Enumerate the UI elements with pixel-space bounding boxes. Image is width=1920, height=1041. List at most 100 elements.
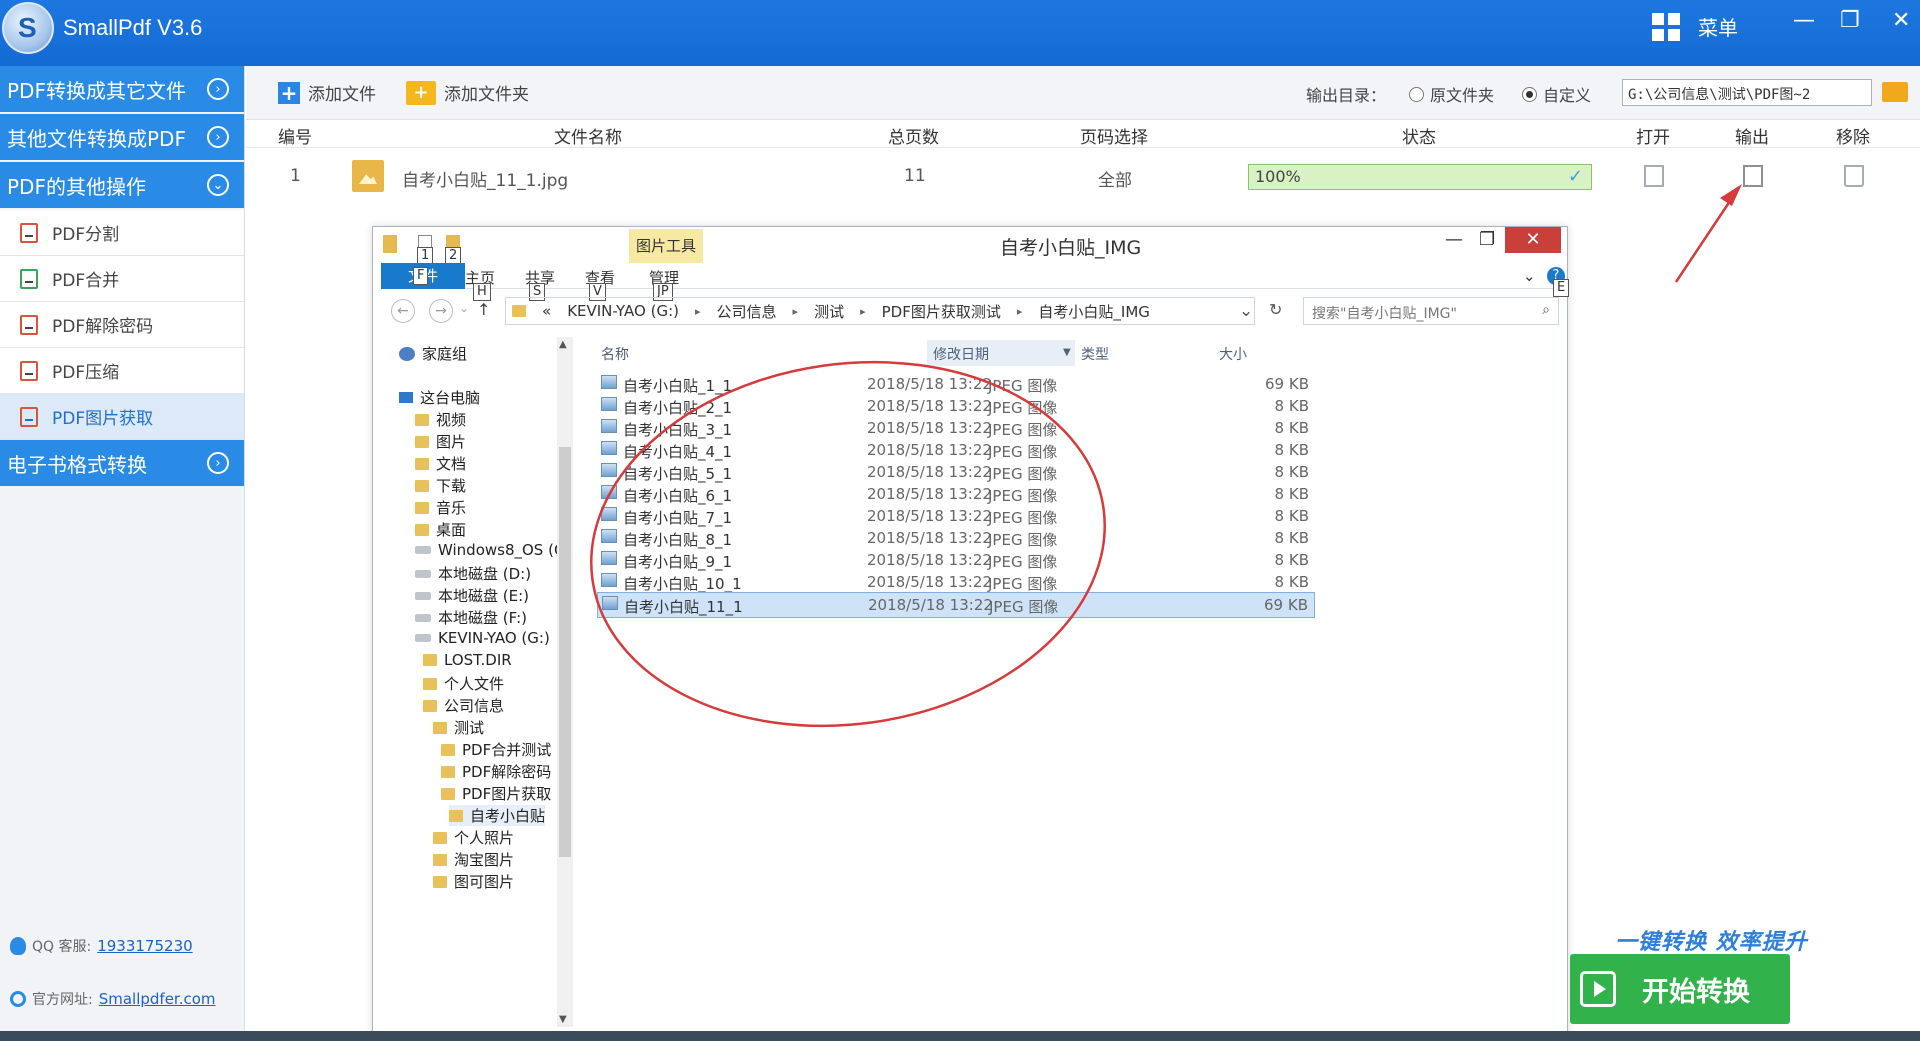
refresh-icon[interactable]: ↻ [1269,300,1282,319]
nav-tree-item[interactable]: 音乐 [415,497,466,518]
nav-tree-item[interactable]: 下载 [415,475,466,496]
row-range[interactable]: 全部 [1098,166,1132,191]
explorer-maximize-button[interactable]: ❐ [1479,229,1495,250]
ribbon-expand-icon[interactable]: ⌄ [1523,267,1536,285]
explorer-minimize-button[interactable]: — [1445,229,1463,250]
explorer-close-button[interactable]: ✕ [1505,227,1561,253]
radio-custom-folder[interactable]: 自定义 [1522,82,1591,106]
output-icon[interactable] [1743,165,1763,187]
scroll-up-icon[interactable]: ▲ [559,339,567,350]
navigation-pane: 家庭组这台电脑视频图片文档下载 音乐 桌面 Windows8_OS (C 本地磁盘 (D… [381,337,581,1037]
breadcrumb-item[interactable]: 测试 [814,301,844,322]
drive-icon [415,634,431,642]
search-input[interactable]: 搜索"自考小白贴_IMG" ⌕ [1303,297,1559,325]
trash-icon[interactable] [1844,165,1864,187]
sidebar-item-pdf-compress[interactable]: PDF压缩 [0,348,244,394]
file-name: 自考小白贴_2_1 [623,399,733,417]
sidebar-section-ebook[interactable]: 电子书格式转换 › [0,440,244,488]
file-name: 自考小白贴_10_1 [623,575,742,593]
nav-tree-item[interactable]: Windows8_OS (C [415,541,564,559]
up-button[interactable]: ↑ [477,300,490,319]
nav-tree-item[interactable]: 本地磁盘 (F:) [415,607,527,628]
picture-tools-tab[interactable]: 图片工具 [629,229,703,263]
nav-tree-label: PDF解除密码 [462,763,552,781]
pdf-file-icon [20,314,38,335]
sidebar-item-pdf-unlock[interactable]: PDF解除密码 [0,302,244,348]
nav-tree-item[interactable]: 个人照片 [433,827,514,848]
nav-tree-item[interactable]: 文档 [415,453,466,474]
address-dropdown-icon[interactable]: ⌄ [1239,301,1253,321]
nav-tree-label: 文档 [436,455,467,473]
chevron-right-icon: › [207,78,229,100]
nav-tree-item[interactable]: 图可图片 [433,871,514,892]
search-icon[interactable]: ⌕ [1542,302,1550,318]
nav-tree-item[interactable]: PDF合并测试 [441,739,551,760]
breadcrumb-item[interactable]: 自考小白贴_IMG [1038,301,1150,322]
nav-tree-item[interactable]: 本地磁盘 (D:) [415,563,531,584]
nav-tree-item[interactable]: 本地磁盘 (E:) [415,585,529,606]
sidebar-item-pdf-merge[interactable]: PDF合并 [0,256,244,302]
nav-tree-item[interactable]: 桌面 [415,519,466,540]
radio-source-folder[interactable]: 原文件夹 [1409,82,1494,106]
sidebar-section-other-to-pdf[interactable]: 其他文件转换成PDF › [0,114,244,162]
chevron-right-icon: › [207,126,229,148]
nav-tree-item[interactable]: 视频 [415,409,466,430]
minimize-button[interactable]: — [1793,8,1815,33]
nav-tree-label: Windows8_OS (C [438,541,565,559]
nav-tree-item[interactable]: 家庭组 [399,343,467,364]
nav-scrollbar[interactable]: ▲ ▼ [557,337,573,1027]
start-convert-button[interactable]: 开始转换 [1570,954,1790,1024]
col-status: 状态 [1402,128,1436,148]
menu-button[interactable]: 菜单 [1652,12,1738,41]
jpeg-image-icon [601,463,617,477]
breadcrumb-overflow[interactable]: « [542,302,551,320]
file-size: 8 KB [1274,419,1309,437]
nav-tree-item[interactable]: 图片 [415,431,466,452]
scrollbar-thumb[interactable] [559,447,571,857]
add-folder-button[interactable]: + 添加文件夹 [406,80,529,105]
col-header-name[interactable]: 名称 [601,344,629,364]
sidebar-item-pdf-image-extract[interactable]: PDF图片获取 [0,394,244,440]
sidebar-section-pdf-other-ops[interactable]: PDF的其他操作 ⌄ [0,162,244,210]
close-button[interactable]: ✕ [1892,8,1910,33]
col-header-size[interactable]: 大小 [1219,344,1247,364]
nav-tree-item[interactable]: KEVIN-YAO (G:) [415,629,550,647]
jpeg-image-icon [601,441,617,455]
nav-tree-label: 视频 [436,411,467,429]
scroll-down-icon[interactable]: ▼ [559,1014,567,1025]
file-type: JPEG 图像 [988,509,1058,527]
nav-tree-item[interactable]: PDF图片获取 [441,783,551,804]
breadcrumb-item[interactable]: KEVIN-YAO (G:) [567,302,679,320]
qq-label: QQ 客服: [32,939,92,955]
list-item[interactable]: 自考小白贴_11_1 2018/5/18 13:22 JPEG 图像 69 KB [597,592,1315,618]
nav-tree-item[interactable]: LOST.DIR [423,651,512,669]
col-header-type[interactable]: 类型 [1081,344,1109,364]
breadcrumb-item[interactable]: 公司信息 [717,301,777,322]
sidebar-section-pdf-to-other[interactable]: PDF转换成其它文件 › [0,66,244,114]
nav-tree-item[interactable]: 这台电脑 [399,387,480,408]
qq-number-link[interactable]: 1933175230 [97,937,192,955]
sort-dropdown-icon[interactable]: ▼ [1063,347,1071,358]
col-header-date[interactable]: 修改日期 [933,344,989,364]
breadcrumb-item[interactable]: PDF图片获取测试 [882,301,1001,322]
nav-tree-item[interactable]: 公司信息 [423,695,504,716]
output-path-input[interactable]: G:\公司信息\测试\PDF图~2 [1622,79,1872,106]
nav-tree-item[interactable]: 个人文件 [423,673,504,694]
nav-tree-item[interactable]: 测试 [433,717,484,738]
nav-tree-item[interactable]: 淘宝图片 [433,849,514,870]
nav-tree-item[interactable]: 自考小白贴 [449,805,546,826]
site-link[interactable]: Smallpdfer.com [99,990,216,1008]
back-button[interactable]: ← [391,299,415,323]
folder-icon [449,809,463,822]
sidebar-item-pdf-split[interactable]: PDF分割 [0,210,244,256]
jpeg-image-icon [601,529,617,543]
sidebar-item-label: PDF分割 [52,225,120,245]
browse-folder-icon[interactable] [1882,82,1908,102]
recent-locations-icon[interactable]: ⌄ [459,301,469,315]
maximize-button[interactable]: ❐ [1840,8,1860,33]
forward-button[interactable]: → [429,299,453,323]
add-file-button[interactable]: + 添加文件 [278,80,376,105]
open-external-icon[interactable] [1644,165,1664,187]
nav-tree-item[interactable]: PDF解除密码 [441,761,551,782]
address-bar[interactable]: « KEVIN-YAO (G:) ▸ 公司信息 ▸ 测试 ▸ PDF图片获取测试… [505,297,1255,325]
